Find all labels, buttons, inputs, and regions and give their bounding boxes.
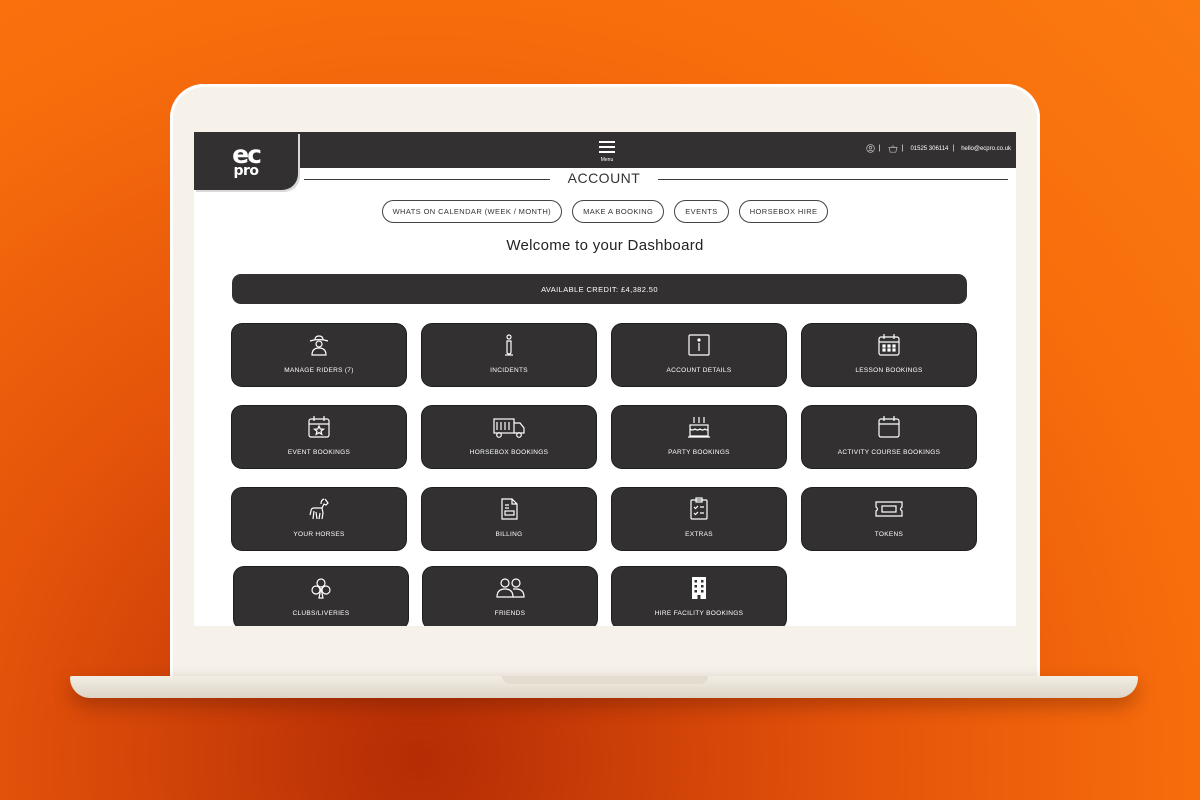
info-icon (688, 334, 710, 356)
tile-account-details[interactable]: ACCOUNT DETAILS (612, 324, 786, 386)
friends-icon (496, 578, 525, 598)
hamburger-icon (599, 141, 615, 143)
logo[interactable]: ec pro (194, 132, 298, 190)
hamburger-icon-bar (599, 146, 615, 148)
incident-icon (505, 334, 513, 356)
tile-label: EXTRAS (685, 531, 713, 538)
logo-text-bottom: pro (233, 162, 259, 179)
tile-event-bookings[interactable]: EVENT BOOKINGS (232, 406, 406, 468)
tile-label: HIRE FACILITY BOOKINGS (654, 610, 744, 617)
rider-icon (309, 335, 329, 356)
tile-label: ACCOUNT DETAILS (666, 367, 732, 374)
tile-label: PARTY BOOKINGS (668, 449, 730, 456)
truck-icon (493, 418, 525, 438)
laptop-screen: Menu | | 01525 306114 | hello@ecpro.co.u… (194, 132, 1016, 626)
tile-billing[interactable]: BILLING (422, 488, 596, 550)
laptop-notch (502, 676, 708, 684)
tile-your-horses[interactable]: YOUR HORSES (232, 488, 406, 550)
menu-label: Menu (600, 157, 614, 163)
tile-label: ACTIVITY COURSE BOOKINGS (837, 449, 941, 456)
pill-events[interactable]: EVENTS (674, 200, 729, 223)
account-rule-left (304, 179, 550, 180)
ticket-icon (875, 501, 903, 517)
tile-label: YOUR HORSES (293, 531, 345, 538)
tile-label: MANAGE RIDERS (7) (284, 367, 354, 374)
building-icon (692, 577, 706, 599)
horse-icon (309, 498, 329, 520)
tile-label: LESSON BOOKINGS (855, 367, 923, 374)
menu-button[interactable]: Menu (597, 141, 617, 167)
welcome-heading: Welcome to your Dashboard (506, 237, 704, 254)
tile-label: TOKENS (874, 531, 904, 538)
calendar-grid-icon (878, 334, 900, 356)
tile-label: HORSEBOX BOOKINGS (469, 449, 549, 456)
calendar-star-icon (308, 416, 330, 438)
tile-incidents[interactable]: INCIDENTS (422, 324, 596, 386)
divider: | (901, 145, 904, 152)
tile-hire-facility-bookings[interactable]: HIRE FACILITY BOOKINGS (612, 567, 786, 626)
account-rule-right (658, 179, 1008, 180)
contact-bar: | | 01525 306114 | hello@ecpro.co.uk (866, 144, 1011, 153)
tile-label: BILLING (495, 531, 523, 538)
tile-label: FRIENDS (494, 610, 526, 617)
top-bar: Menu | | 01525 306114 | hello@ecpro.co.u… (194, 132, 1016, 168)
divider: | (878, 145, 881, 152)
tile-label: CLUBS/LIVERIES (292, 610, 350, 617)
tile-tokens[interactable]: TOKENS (802, 488, 976, 550)
pill-whats-on-calendar[interactable]: WHATS ON CALENDAR (WEEK / MONTH) (381, 200, 563, 223)
tile-extras[interactable]: EXTRAS (612, 488, 786, 550)
club-icon (311, 578, 331, 599)
tile-horsebox-bookings[interactable]: HORSEBOX BOOKINGS (422, 406, 596, 468)
clipboard-icon (690, 497, 708, 520)
tile-clubs-liveries[interactable]: CLUBS/LIVERIES (234, 567, 408, 626)
invoice-icon (501, 498, 518, 520)
divider: | (952, 145, 955, 152)
hamburger-icon-bar (599, 151, 615, 153)
pill-make-a-booking[interactable]: MAKE A BOOKING (572, 200, 665, 223)
tile-friends[interactable]: FRIENDS (423, 567, 597, 626)
tile-label: INCIDENTS (490, 367, 528, 374)
cake-icon (688, 417, 710, 438)
tile-activity-course-bookings[interactable]: ACTIVITY COURSE BOOKINGS (802, 406, 976, 468)
user-icon[interactable] (866, 144, 875, 153)
email-link[interactable]: hello@ecpro.co.uk (961, 146, 1011, 152)
tile-label: EVENT BOOKINGS (287, 449, 351, 456)
quick-nav: WHATS ON CALENDAR (WEEK / MONTH) MAKE A … (194, 200, 1016, 223)
basket-icon[interactable] (888, 144, 898, 153)
tile-manage-riders[interactable]: MANAGE RIDERS (7) (232, 324, 406, 386)
credit-banner: AVAILABLE CREDIT: £4,382.50 (232, 274, 967, 304)
phone-link[interactable]: 01525 306114 (910, 146, 948, 152)
calendar-icon (878, 416, 900, 438)
tile-lesson-bookings[interactable]: LESSON BOOKINGS (802, 324, 976, 386)
pill-horsebox-hire[interactable]: HORSEBOX HIRE (738, 200, 829, 223)
tile-party-bookings[interactable]: PARTY BOOKINGS (612, 406, 786, 468)
page-title: ACCOUNT (567, 170, 641, 186)
